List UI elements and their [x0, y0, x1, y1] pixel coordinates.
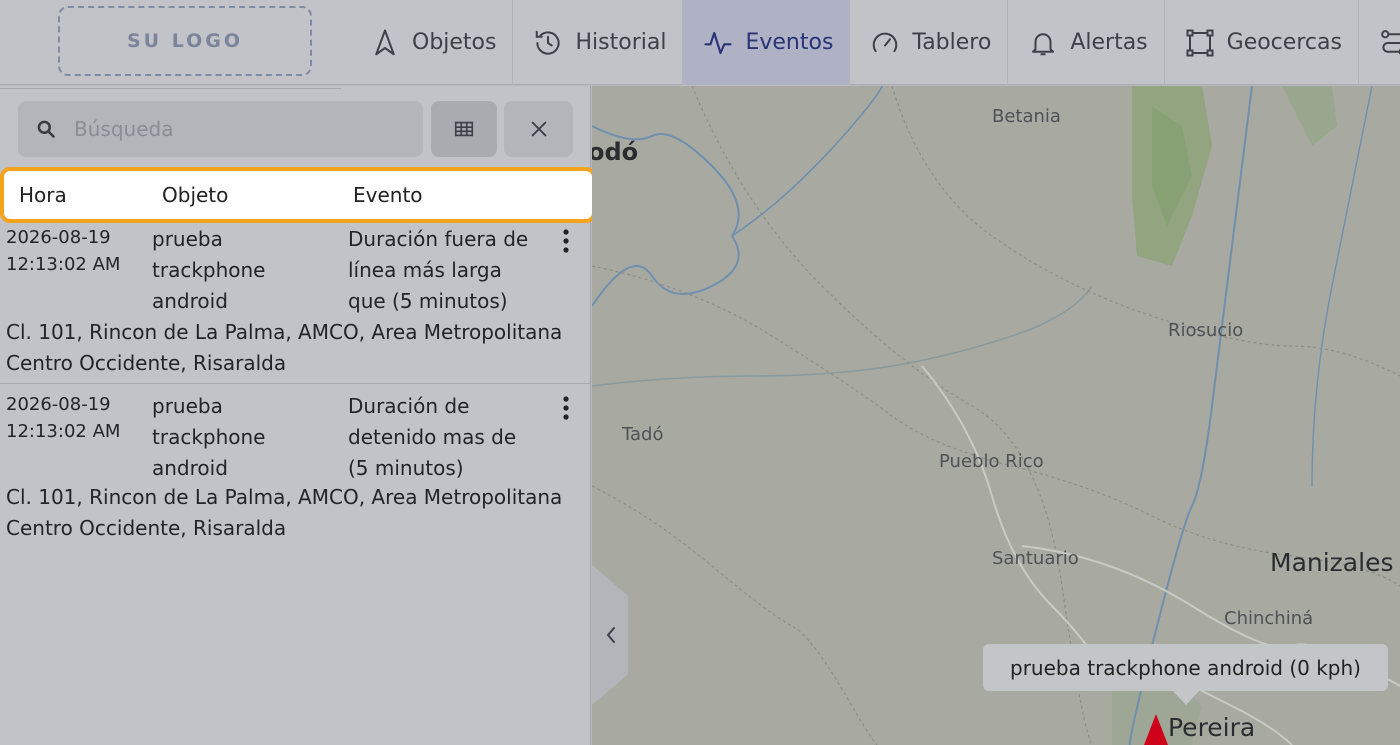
map-label-town: Tadó	[622, 424, 664, 445]
table-header: Hora Objeto Evento	[0, 167, 596, 223]
event-address: Cl. 101, Rincon de La Palma, AMCO, Area …	[6, 485, 563, 540]
more-vertical-icon	[563, 229, 569, 253]
nav-historial[interactable]: Historial	[513, 0, 684, 85]
top-bar: SU LOGO Objetos Historial Eventos Tabler…	[0, 0, 1400, 85]
more-options-button[interactable]	[555, 395, 577, 421]
event-address: Cl. 101, Rincon de La Palma, AMCO, Area …	[6, 320, 563, 375]
logo[interactable]: SU LOGO	[58, 6, 312, 76]
more-vertical-icon	[563, 396, 569, 420]
search-box[interactable]	[18, 101, 423, 157]
event-description: Duración de detenido mas de (5 minutos)	[348, 394, 517, 480]
map-label-town: Chinchiná	[1224, 608, 1314, 629]
nav-alertas[interactable]: Alertas	[1008, 0, 1165, 85]
main-nav: Objetos Historial Eventos Tablero Alerta…	[350, 0, 1400, 85]
navigation-arrow-icon	[375, 29, 395, 55]
events-panel: Hora Objeto Evento 2026-08-19 12:13:02 A…	[0, 86, 596, 745]
map-label-town: Pueblo Rico	[939, 451, 1044, 472]
nav-geocercas[interactable]: Geocercas	[1165, 0, 1359, 85]
event-time: 2026-08-19 12:13:02 AM	[6, 227, 121, 275]
map-label-city: odó	[592, 138, 639, 166]
more-options-button[interactable]	[555, 228, 577, 254]
table-icon	[454, 121, 474, 137]
event-row[interactable]: 2026-08-19 12:13:02 AM prueba trackphone…	[0, 391, 591, 551]
divider	[0, 88, 341, 89]
nav-objetos[interactable]: Objetos	[350, 0, 514, 85]
tooltip-text: prueba trackphone android (0 kph)	[1010, 655, 1361, 680]
event-description: Duración fuera de línea más larga que (5…	[348, 227, 529, 313]
event-time: 2026-08-19 12:13:02 AM	[6, 394, 121, 442]
logo-text: SU LOGO	[126, 30, 244, 52]
chevron-left-icon	[606, 627, 615, 643]
event-row[interactable]: 2026-08-19 12:13:02 AM prueba trackphone…	[0, 224, 591, 384]
nav-eventos-label: Eventos	[745, 30, 834, 55]
history-icon	[536, 30, 561, 55]
map-label-town: Riosucio	[1168, 320, 1244, 341]
nav-objetos-label: Objetos	[412, 30, 497, 55]
search-input[interactable]	[74, 117, 394, 141]
nav-tablero[interactable]: Tablero	[850, 0, 1009, 85]
column-header-objeto[interactable]: Objeto	[162, 183, 228, 207]
close-button[interactable]	[504, 101, 573, 157]
table-view-button[interactable]	[431, 101, 497, 157]
geofence-icon	[1186, 29, 1214, 56]
event-object: prueba trackphone android	[152, 394, 266, 480]
event-object: prueba trackphone android	[152, 227, 266, 313]
gauge-icon	[873, 32, 898, 52]
close-icon	[531, 121, 546, 137]
map-label-town: Santuario	[992, 548, 1079, 569]
activity-pulse-icon	[704, 31, 733, 54]
nav-geocercas-label: Geocercas	[1226, 30, 1342, 55]
nav-tablero-label: Tablero	[912, 30, 992, 55]
nav-historial-label: Historial	[575, 30, 667, 55]
bell-icon	[1032, 32, 1055, 55]
search-icon	[37, 120, 55, 138]
nav-eventos[interactable]: Eventos	[683, 0, 851, 85]
nav-rutas[interactable]: R	[1359, 0, 1400, 85]
route-icon	[1381, 29, 1400, 55]
map-label-town: Betania	[992, 106, 1061, 127]
map-marker-tooltip: prueba trackphone android (0 kph)	[983, 644, 1388, 705]
nav-alertas-label: Alertas	[1070, 30, 1148, 55]
map-label-city: Pereira	[1168, 713, 1256, 742]
column-header-evento[interactable]: Evento	[353, 183, 423, 207]
column-header-hora[interactable]: Hora	[19, 183, 67, 207]
map-label-city: Manizales	[1270, 548, 1394, 577]
